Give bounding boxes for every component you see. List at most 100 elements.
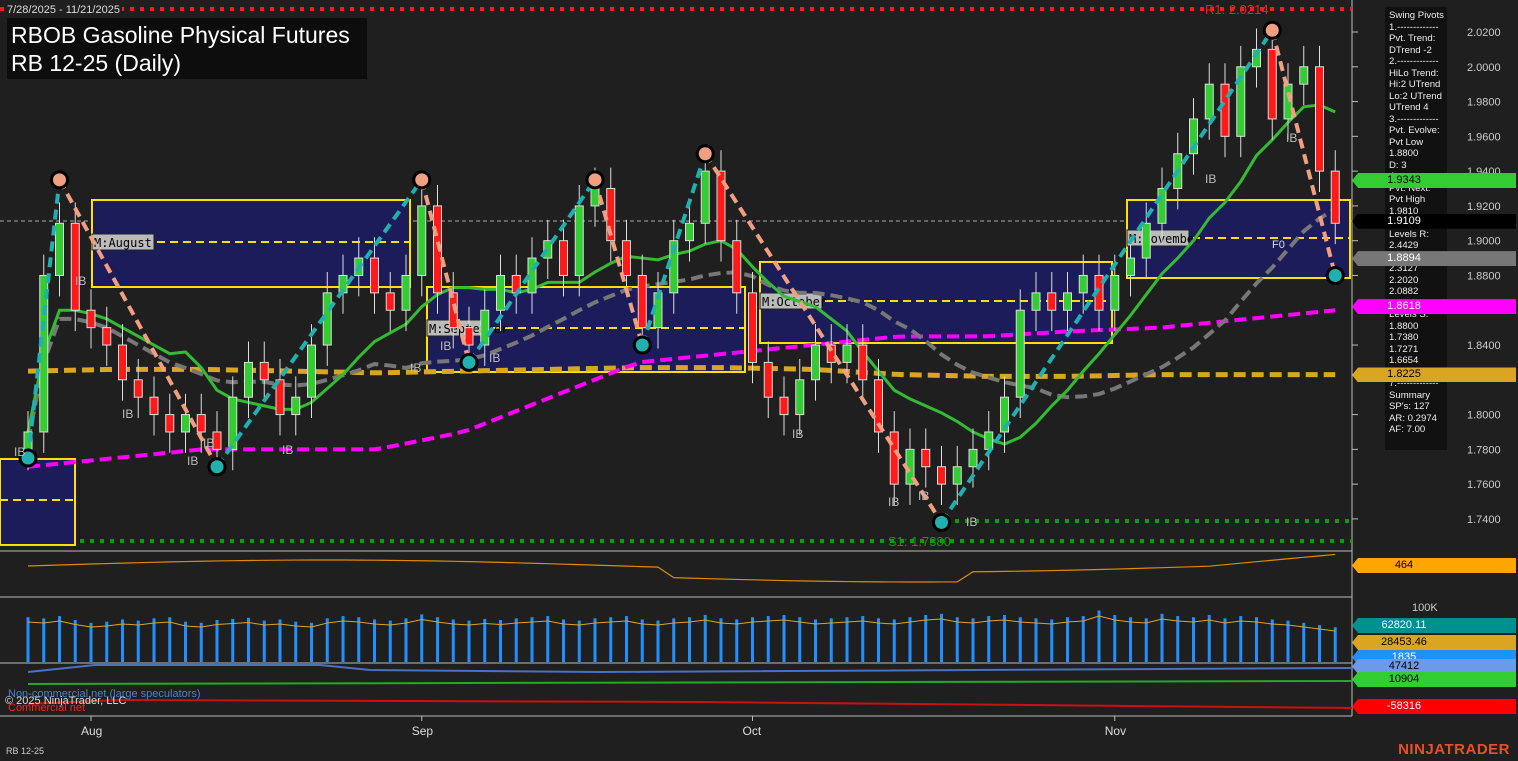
volume-bar: [514, 618, 518, 662]
volume-bar: [184, 621, 187, 662]
volume-bar: [467, 620, 471, 662]
pivot-panel-line: 1.8800: [1389, 148, 1419, 159]
candle-body: [637, 274, 647, 329]
candle-body: [622, 240, 631, 276]
volume-bar: [341, 616, 345, 662]
x-tick-label: Aug: [81, 724, 103, 738]
volume-bar: [1207, 614, 1211, 662]
volume-bar: [436, 617, 439, 662]
candle-body: [1204, 83, 1214, 120]
pivot-panel-line: Swing Pivots: [1389, 10, 1444, 21]
volume-bar: [58, 616, 61, 662]
swing-low-marker: [932, 512, 951, 532]
price-chart: R1: 2.0214S1: 1.7380 M:AugustM:September…: [0, 0, 1501, 721]
volume-bar: [373, 619, 376, 662]
pivot-panel-line: Levels R:: [1389, 228, 1429, 240]
volume-bar: [1239, 616, 1243, 662]
volume-bar: [1018, 617, 1022, 662]
candle-body: [1315, 66, 1324, 172]
pivot-panel-line: Pvt. Trend:: [1389, 33, 1436, 44]
swing-low-marker: [632, 335, 652, 355]
volume-bar: [499, 620, 502, 662]
volume-bar: [1318, 625, 1321, 662]
candle-body: [1267, 48, 1277, 120]
pivot-panel-line: AF: 7.00: [1389, 424, 1426, 435]
ib-label: IB: [14, 445, 25, 459]
title-line-2: RB 12-25 (Daily): [11, 50, 181, 76]
candle-body: [370, 257, 379, 294]
candle-body: [165, 414, 175, 433]
candle-body: [1078, 274, 1088, 294]
volume-bar: [89, 622, 93, 662]
pivot-panel-line: 2.0882: [1389, 286, 1419, 297]
volume-bar: [1050, 619, 1054, 662]
pivot-panel-line: SP's: 127: [1389, 401, 1430, 412]
volume-bar: [152, 618, 156, 662]
price-tag-label: 10904: [1388, 673, 1420, 685]
candle-body: [307, 344, 316, 398]
pivot-panel-line: 2.4429: [1389, 240, 1419, 251]
pivot-panel-line: 2.-------------: [1389, 56, 1439, 67]
y-tick-label: 1.8000: [1467, 410, 1501, 422]
noncommercial-net-line: [27, 664, 1353, 674]
volume-bar: [735, 619, 739, 662]
volume-bar: [577, 620, 581, 662]
candle-body: [732, 240, 742, 294]
commercial-legend: Commercial net: [8, 702, 86, 714]
volume-bar: [562, 619, 565, 662]
candle-body: [984, 431, 994, 450]
candle-body: [70, 222, 80, 311]
volume-bar: [688, 617, 691, 662]
price-tag-label: 1.9343: [1387, 174, 1421, 187]
price-tag: -58316: [1352, 699, 1516, 714]
price-tag-label: 1.8618: [1387, 300, 1421, 313]
candle-body: [811, 344, 820, 381]
price-tag: 464: [1352, 558, 1516, 573]
volume-bar: [1176, 616, 1180, 662]
ib-label: IB: [75, 274, 86, 288]
price-tag-label: 464: [1394, 559, 1414, 571]
volume-bar: [892, 619, 896, 662]
volume-bar: [231, 618, 235, 662]
candle-body: [181, 414, 190, 433]
volume-bar: [388, 620, 392, 662]
candle-body: [1110, 274, 1120, 311]
chart-title: RBOB Gasoline Physical Futures RB 12-25 …: [7, 18, 367, 79]
candle-body: [480, 309, 490, 346]
volume-bar: [1129, 617, 1132, 662]
price-tag: 28453.46: [1352, 635, 1516, 650]
candle-body: [889, 431, 899, 485]
price-tag-label: 47412: [1388, 660, 1420, 672]
volume-bar: [530, 617, 534, 662]
swing-high-marker: [50, 170, 69, 190]
price-tag: 1.9109: [1352, 213, 1516, 229]
candle-body: [1157, 188, 1167, 224]
volume-bar: [782, 614, 786, 662]
volume-bar: [451, 619, 455, 662]
candle-body: [55, 222, 64, 276]
pivot-panel-line: AR: 0.2974: [1389, 412, 1438, 424]
volume-bar: [42, 618, 46, 662]
candle-body: [86, 309, 96, 329]
pivot-panel-line: Lo:2 UTrend: [1389, 90, 1442, 102]
price-tag-label: 28453.46: [1381, 636, 1427, 648]
ib-label: IB: [918, 489, 929, 503]
volume-bar: [751, 617, 754, 662]
lower-panels: [26, 553, 1353, 709]
candle-body: [417, 205, 427, 276]
month-box-label: M:August: [94, 236, 152, 250]
volume-bar: [1270, 619, 1274, 662]
pivot-panel-line: Summary: [1389, 389, 1431, 401]
candle-body: [133, 379, 143, 398]
ib-label: IB: [440, 339, 451, 353]
ninjatrader-logo: NINJATRADER: [1398, 741, 1510, 758]
volume-bar: [357, 617, 361, 662]
volume-bar: [199, 622, 203, 662]
pivot-panel-line: 1.7380: [1389, 332, 1419, 343]
volume-bar: [310, 622, 313, 662]
volume-bar: [247, 617, 250, 662]
ib-label: IB: [203, 436, 214, 450]
candle-body: [858, 344, 868, 381]
volume-bar: [1286, 620, 1290, 662]
ib-label: IB: [966, 515, 977, 529]
